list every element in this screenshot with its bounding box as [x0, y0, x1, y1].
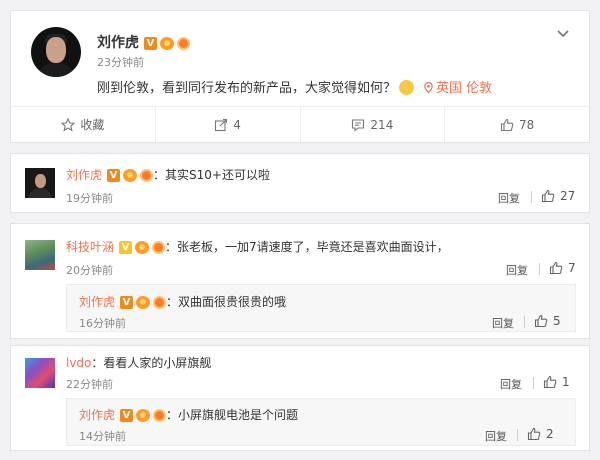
nested-reply: 刘作虎 V ：小屏旗舰电池是个问题 14分钟前 回复 2 [66, 398, 576, 446]
comment-like-count: 27 [560, 189, 576, 203]
reply-text: ：双曲面很贵很贵的哦 [166, 295, 287, 309]
comment-timestamp: 20分钟前 [66, 264, 113, 277]
reply-author-name[interactable]: 刘作虎 [79, 295, 115, 309]
location-pin-icon [424, 82, 433, 93]
post-location-link[interactable]: 英国 伦敦 [424, 81, 492, 96]
share-icon [215, 118, 228, 131]
comment-author-avatar[interactable] [25, 358, 55, 388]
comment-author-name[interactable]: 刘作虎 [66, 168, 102, 182]
verified-badge-icon: V [120, 296, 134, 309]
comment-author-avatar[interactable] [25, 168, 55, 198]
comment-text: ：张老板，一加7请速度了，毕竟还是喜欢曲面设计， [165, 240, 449, 254]
comment-text: ：其实S10+还可以啦 [153, 168, 270, 182]
post-body: 刚到伦敦，看到同行发布的新产品，大家觉得如何？ 英国 伦敦 [97, 77, 492, 96]
thumbs-up-icon [500, 118, 514, 131]
reply-button[interactable]: 回复 [485, 428, 507, 444]
comment-header: 科技叶涵 V ：张老板，一加7请速度了，毕竟还是喜欢曲面设计， [66, 238, 449, 255]
comment-like-button[interactable]: 27 [541, 189, 575, 203]
weibo-post-card: 刘作虎 V 23分钟前 刚到伦敦，看到同行发布的新产品，大家觉得如何？ 英国 伦敦 … [10, 10, 590, 143]
reply-button[interactable]: 回复 [500, 376, 522, 392]
comment-timestamp: 19分钟前 [66, 192, 113, 205]
post-author-name-text[interactable]: 刘作虎 [97, 35, 139, 51]
member-level-icon [136, 409, 151, 422]
reply-like-button[interactable]: 2 [527, 427, 554, 441]
reply-button[interactable]: 回复 [498, 190, 520, 206]
post-body-text: 刚到伦敦，看到同行发布的新产品，大家觉得如何？ [97, 81, 397, 96]
reply-text: ：小屏旗舰电池是个问题 [166, 408, 299, 422]
share-count: 4 [233, 117, 241, 132]
comment-like-button[interactable]: 7 [549, 261, 576, 275]
medal-icon [153, 296, 167, 309]
thumbs-up-icon [543, 375, 557, 389]
verified-badge-icon: V [144, 36, 157, 50]
action-divider [533, 377, 534, 389]
star-outline-icon [61, 117, 76, 131]
member-level-icon [123, 169, 138, 182]
reply-header: 刘作虎 V ：小屏旗舰电池是个问题 [79, 406, 298, 423]
action-divider [517, 429, 518, 441]
thumbs-up-icon [527, 427, 541, 441]
comment-like-button[interactable]: 1 [543, 375, 570, 389]
like-button[interactable]: 78 [445, 107, 589, 142]
comment-item: lvdo：看看人家的小屏旗舰 22分钟前 回复 1 刘作虎 V ：小屏旗舰电池是个问… [10, 345, 590, 451]
medal-icon [177, 36, 190, 50]
medal-icon [153, 409, 167, 422]
comment-icon [352, 118, 365, 132]
reply-button[interactable]: 回复 [506, 262, 528, 278]
like-count: 78 [518, 117, 535, 132]
chevron-down-icon[interactable] [555, 25, 571, 41]
post-author-avatar[interactable] [31, 27, 81, 77]
comment-header: lvdo：看看人家的小屏旗舰 [66, 354, 211, 371]
comment-timestamp: 22分钟前 [66, 378, 113, 391]
comment-item: 科技叶涵 V ：张老板，一加7请速度了，毕竟还是喜欢曲面设计， 20分钟前 回复 7… [10, 223, 590, 339]
member-level-icon [136, 296, 151, 309]
reply-button[interactable]: 回复 [492, 315, 514, 331]
thumbs-up-icon [534, 314, 548, 328]
comment-like-count: 1 [562, 375, 570, 389]
comment-like-count: 7 [568, 261, 576, 275]
nested-reply: 刘作虎 V ：双曲面很贵很贵的哦 16分钟前 回复 5 [66, 284, 576, 332]
comment-text: ：看看人家的小屏旗舰 [91, 356, 212, 370]
thumbs-up-icon [549, 261, 563, 275]
comment-header: 刘作虎 V ：其实S10+还可以啦 [66, 166, 270, 183]
comment-count: 214 [370, 117, 394, 132]
reply-timestamp: 14分钟前 [79, 430, 126, 443]
reply-like-button[interactable]: 5 [534, 314, 561, 328]
medal-icon [140, 169, 154, 182]
reply-like-count: 2 [546, 427, 554, 441]
verified-badge-icon: V [120, 409, 134, 422]
thumbs-up-icon [541, 189, 555, 203]
comment-author-name[interactable]: lvdo [66, 356, 91, 370]
share-button[interactable]: 4 [156, 107, 301, 142]
reply-header: 刘作虎 V ：双曲面很贵很贵的哦 [79, 293, 286, 310]
comment-author-avatar[interactable] [25, 240, 55, 270]
action-divider [539, 263, 540, 275]
favorite-label: 收藏 [80, 118, 105, 132]
verified-badge-icon: V [107, 169, 121, 182]
comment-author-name[interactable]: 科技叶涵 [66, 240, 114, 254]
emoji-icon [399, 80, 415, 95]
medal-icon [152, 241, 166, 254]
reply-timestamp: 16分钟前 [79, 317, 126, 330]
action-divider [524, 316, 525, 328]
post-action-bar: 收藏 4 214 78 [11, 106, 589, 142]
action-divider [531, 191, 532, 203]
member-level-icon [135, 241, 150, 254]
reply-author-name[interactable]: 刘作虎 [79, 408, 115, 422]
post-author-name[interactable]: 刘作虎 V [97, 32, 190, 52]
post-location-text[interactable]: 英国 伦敦 [436, 81, 492, 96]
member-level-icon [160, 36, 174, 50]
post-timestamp: 23分钟前 [97, 56, 144, 69]
reply-like-count: 5 [553, 314, 561, 328]
comment-item: 刘作虎 V ：其实S10+还可以啦 19分钟前 回复 27 [10, 153, 590, 213]
comment-button[interactable]: 214 [301, 107, 446, 142]
favorite-button[interactable]: 收藏 [11, 107, 156, 142]
verified-badge-icon: V [119, 241, 133, 254]
